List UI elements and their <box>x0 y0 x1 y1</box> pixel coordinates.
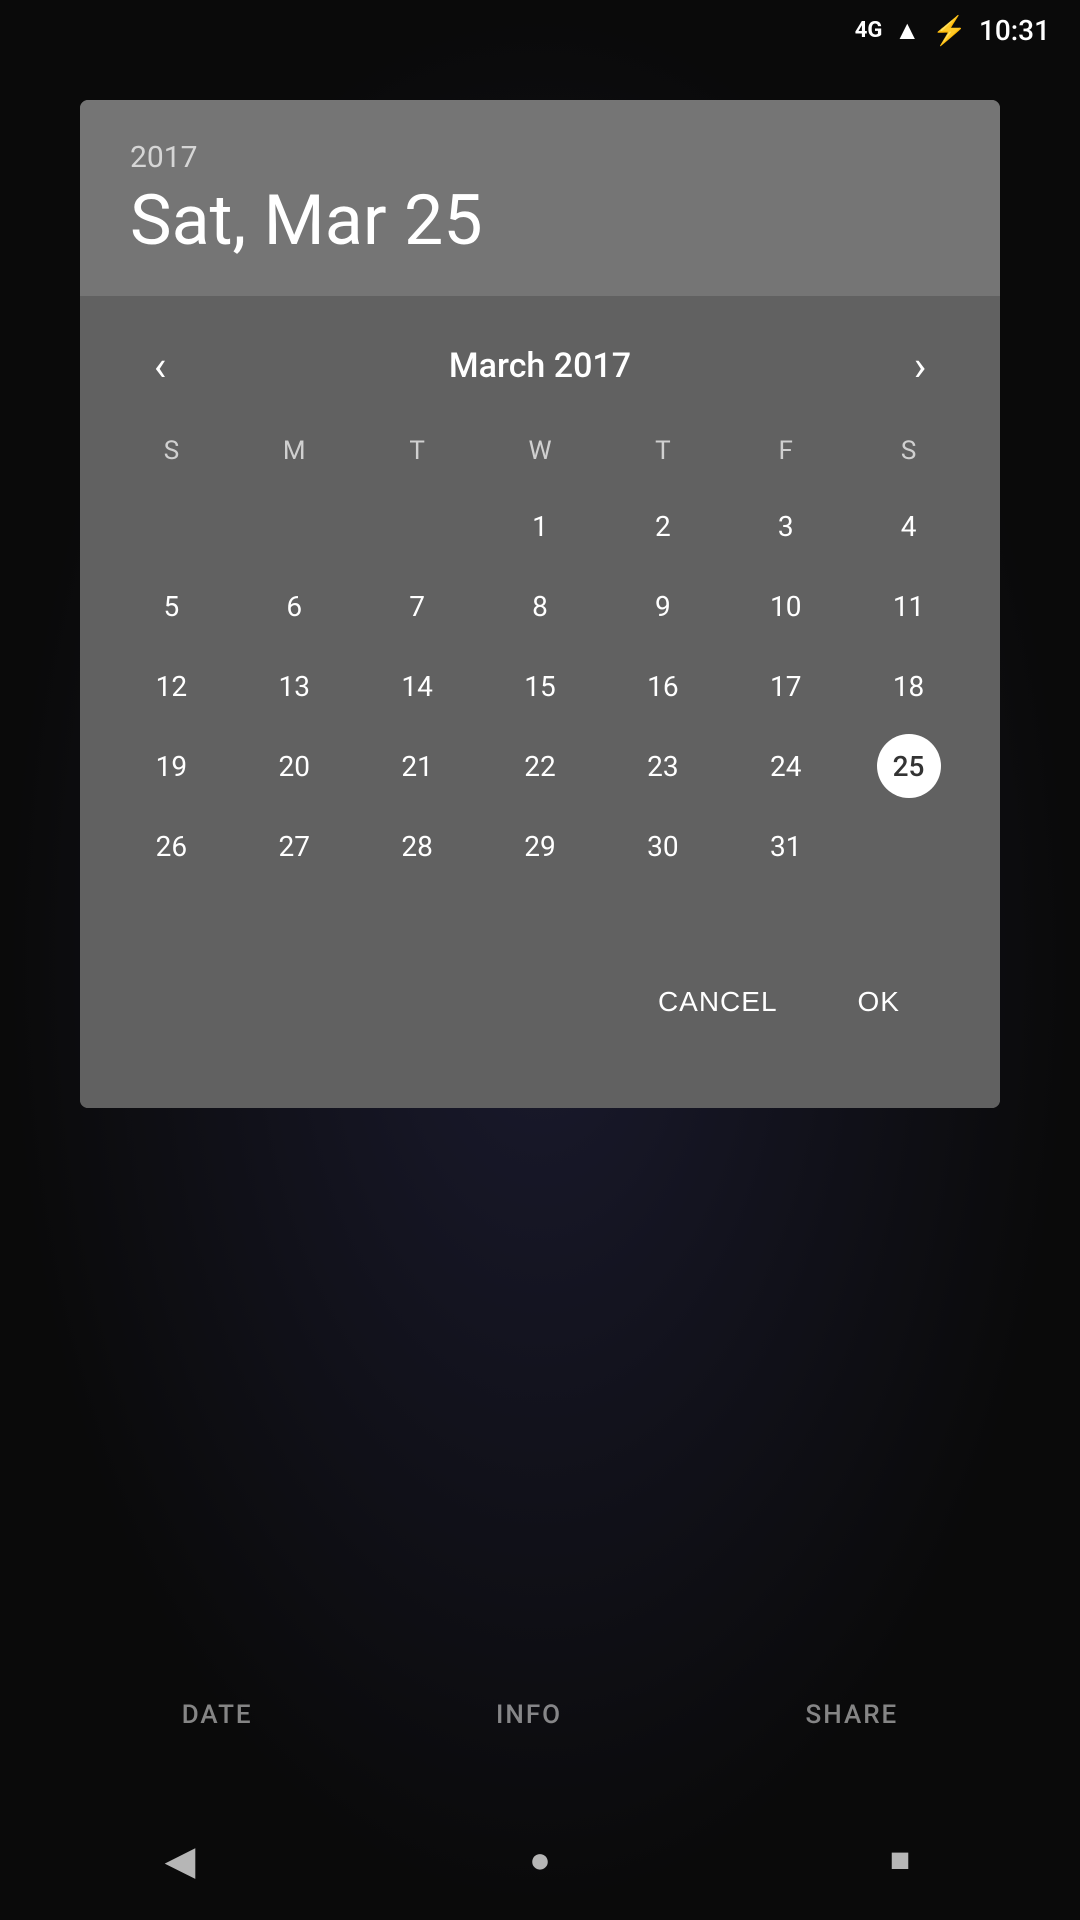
day-cell-19[interactable]: 19 <box>110 726 233 806</box>
day-cell-11[interactable]: 11 <box>847 566 970 646</box>
week-4: 19 20 21 22 23 24 25 <box>110 726 970 806</box>
tab-share[interactable]: SHARE <box>786 1690 919 1740</box>
ok-button[interactable]: OK <box>828 966 930 1038</box>
selected-date-display: Sat, Mar 25 <box>130 183 950 260</box>
day-cell-15[interactable]: 15 <box>479 646 602 726</box>
week-3: 12 13 14 15 16 17 18 <box>110 646 970 726</box>
battery-icon: ⚡ <box>932 14 967 47</box>
day-cell-31[interactable]: 31 <box>724 806 847 886</box>
day-cell-12[interactable]: 12 <box>110 646 233 726</box>
day-cell-empty-1 <box>110 486 233 566</box>
day-cell-17[interactable]: 17 <box>724 646 847 726</box>
recents-button[interactable]: ■ <box>860 1820 940 1900</box>
date-picker-dialog: 2017 Sat, Mar 25 ‹ March 2017 › S M T W … <box>80 100 1000 1108</box>
dialog-spacer <box>110 886 970 946</box>
dialog-header: 2017 Sat, Mar 25 <box>80 100 1000 296</box>
android-nav-bar: ◀ ● ■ <box>0 1800 1080 1920</box>
signal-icon: ▲ <box>894 15 920 46</box>
day-cell-8[interactable]: 8 <box>479 566 602 646</box>
day-cell-empty-end <box>847 806 970 886</box>
tab-info[interactable]: INFO <box>476 1690 582 1740</box>
month-navigation: ‹ March 2017 › <box>110 316 970 426</box>
day-cell-9[interactable]: 9 <box>601 566 724 646</box>
home-button[interactable]: ● <box>500 1820 580 1900</box>
day-cell-26[interactable]: 26 <box>110 806 233 886</box>
next-month-button[interactable]: › <box>890 336 950 396</box>
day-header-wed: W <box>479 426 602 476</box>
day-cell-4[interactable]: 4 <box>847 486 970 566</box>
day-cell-6[interactable]: 6 <box>233 566 356 646</box>
status-bar: 4G ▲ ⚡ 10:31 <box>0 0 1080 60</box>
day-cell-20[interactable]: 20 <box>233 726 356 806</box>
day-cell-18[interactable]: 18 <box>847 646 970 726</box>
day-header-sat: S <box>847 426 970 476</box>
day-cell-22[interactable]: 22 <box>479 726 602 806</box>
calendar-grid: S M T W T F S 1 2 3 4 5 6 <box>110 426 970 886</box>
day-cell-30[interactable]: 30 <box>601 806 724 886</box>
day-cell-empty-2 <box>233 486 356 566</box>
day-cell-10[interactable]: 10 <box>724 566 847 646</box>
day-cell-16[interactable]: 16 <box>601 646 724 726</box>
day-cell-2[interactable]: 2 <box>601 486 724 566</box>
day-cell-13[interactable]: 13 <box>233 646 356 726</box>
day-headers-row: S M T W T F S <box>110 426 970 476</box>
day-cell-21[interactable]: 21 <box>356 726 479 806</box>
day-cell-7[interactable]: 7 <box>356 566 479 646</box>
dialog-buttons: CANCEL OK <box>110 946 970 1078</box>
day-header-fri: F <box>724 426 847 476</box>
cancel-button[interactable]: CANCEL <box>628 966 808 1038</box>
week-2: 5 6 7 8 9 10 11 <box>110 566 970 646</box>
week-5: 26 27 28 29 30 31 <box>110 806 970 886</box>
day-cell-25[interactable]: 25 <box>847 726 970 806</box>
day-header-thu: T <box>601 426 724 476</box>
day-cell-empty-3 <box>356 486 479 566</box>
selected-year: 2017 <box>130 140 950 175</box>
day-header-sun: S <box>110 426 233 476</box>
day-cell-23[interactable]: 23 <box>601 726 724 806</box>
day-cell-24[interactable]: 24 <box>724 726 847 806</box>
week-1: 1 2 3 4 <box>110 486 970 566</box>
bottom-tabs: DATE INFO SHARE <box>0 1670 1080 1760</box>
day-cell-5[interactable]: 5 <box>110 566 233 646</box>
day-cell-14[interactable]: 14 <box>356 646 479 726</box>
back-button[interactable]: ◀ <box>140 1820 220 1900</box>
status-time: 10:31 <box>979 14 1050 47</box>
network-badge: 4G <box>855 18 883 43</box>
month-year-label: March 2017 <box>449 346 631 386</box>
tab-date[interactable]: DATE <box>162 1690 273 1740</box>
day-cell-3[interactable]: 3 <box>724 486 847 566</box>
prev-month-button[interactable]: ‹ <box>130 336 190 396</box>
day-cell-28[interactable]: 28 <box>356 806 479 886</box>
day-header-mon: M <box>233 426 356 476</box>
day-cell-29[interactable]: 29 <box>479 806 602 886</box>
calendar-section: ‹ March 2017 › S M T W T F S 1 2 <box>80 296 1000 1108</box>
day-header-tue: T <box>356 426 479 476</box>
day-cell-27[interactable]: 27 <box>233 806 356 886</box>
day-cell-1[interactable]: 1 <box>479 486 602 566</box>
